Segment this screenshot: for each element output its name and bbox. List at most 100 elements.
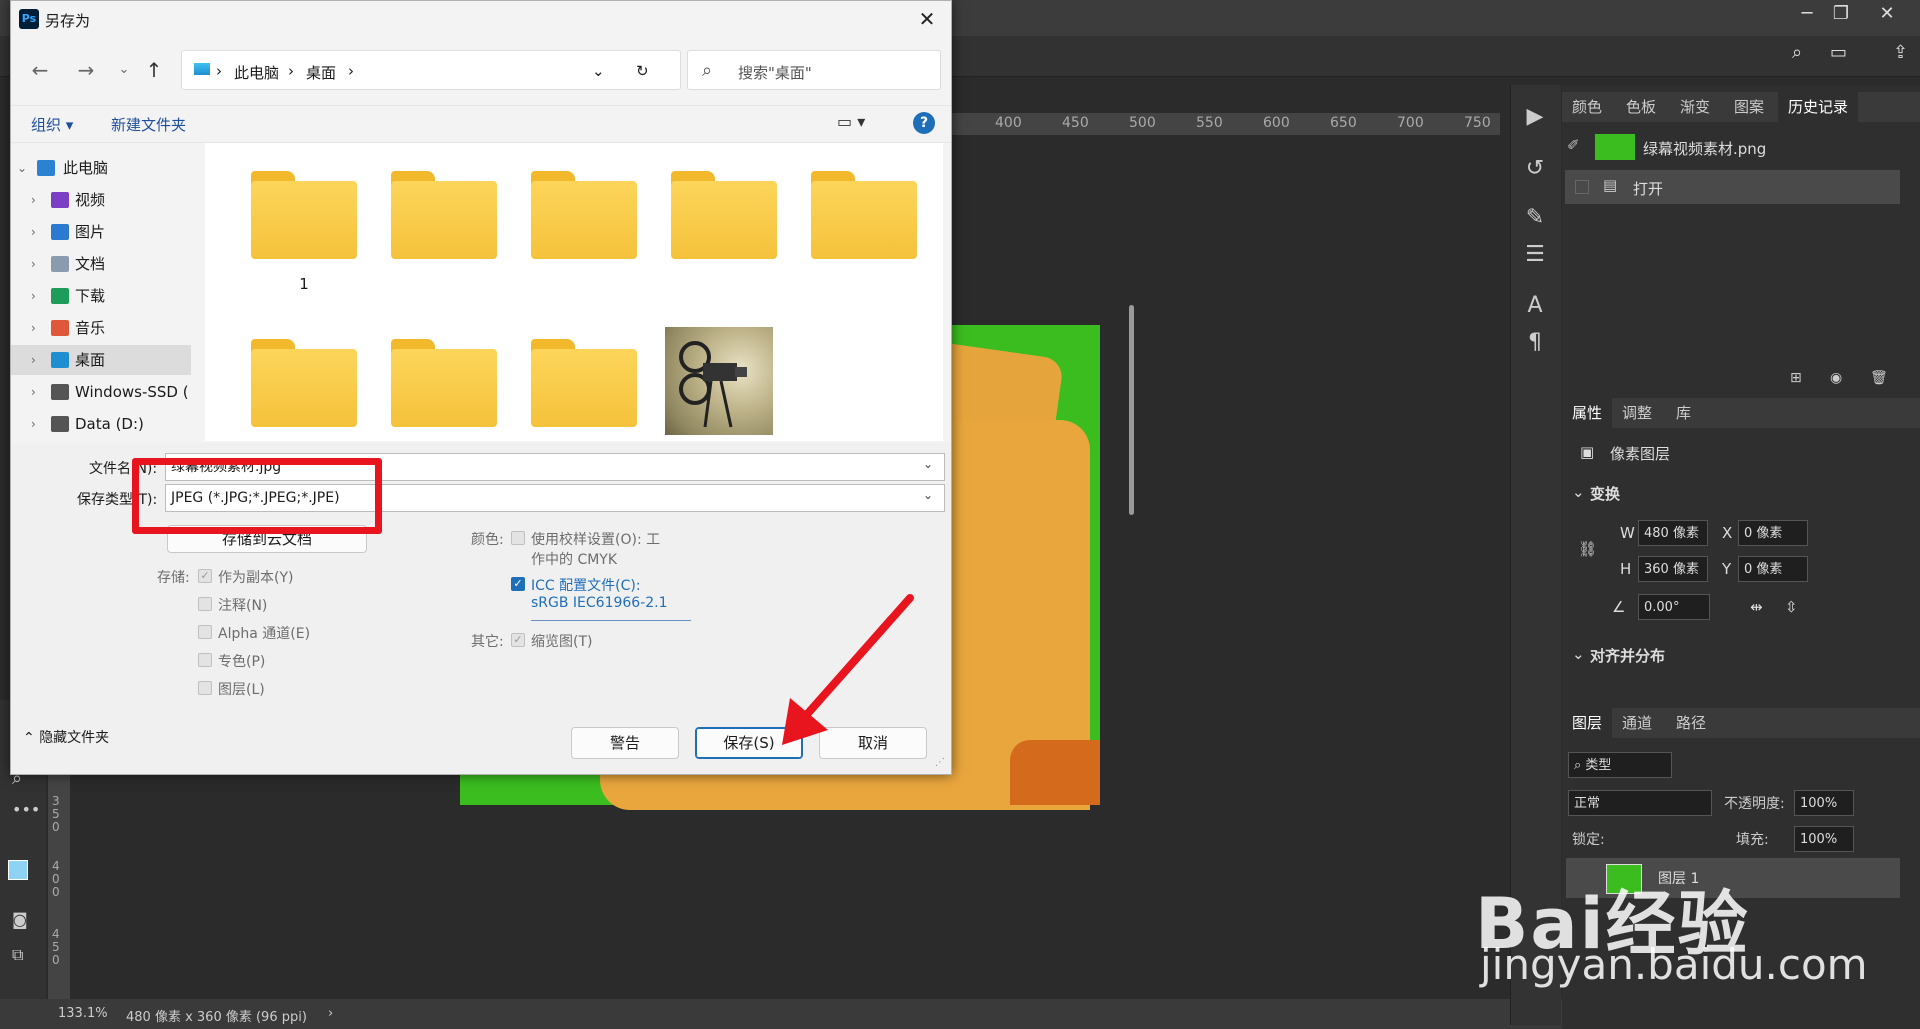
workspace-icon[interactable]: ▭ xyxy=(1830,42,1847,63)
paragraph-icon[interactable]: ¶ xyxy=(1520,330,1550,355)
tab-color[interactable]: 颜色 xyxy=(1562,92,1612,122)
tree-item-downloads[interactable]: › 下载 xyxy=(11,281,191,311)
chevron-right-icon[interactable]: › xyxy=(31,377,36,407)
layer-filter-select[interactable]: ⌕ 类型 xyxy=(1568,752,1672,778)
search-icon[interactable]: ⌕ xyxy=(1792,42,1802,63)
chevron-right-icon[interactable]: › xyxy=(216,62,222,80)
tab-gradient[interactable]: 渐变 xyxy=(1670,92,1720,122)
proof-setup-checkbox[interactable] xyxy=(511,531,525,545)
image-file-thumbnail[interactable] xyxy=(665,327,773,435)
flip-vertical-icon[interactable]: ⇳ xyxy=(1785,598,1798,616)
breadcrumb-this-pc[interactable]: 此电脑 xyxy=(234,62,279,83)
y-field[interactable]: 0 像素 xyxy=(1738,556,1808,582)
opacity-field[interactable]: 100% xyxy=(1794,790,1854,816)
thumbnail-checkbox[interactable]: ✓ xyxy=(511,633,525,647)
tab-properties[interactable]: 属性 xyxy=(1562,398,1613,428)
hide-folders-toggle[interactable]: ⌃ 隐藏文件夹 xyxy=(23,727,109,747)
chevron-down-icon[interactable]: ⌄ xyxy=(923,457,933,471)
tab-paths[interactable]: 路径 xyxy=(1666,708,1716,738)
folder-item[interactable] xyxy=(531,339,637,427)
chevron-right-icon[interactable]: › xyxy=(31,281,36,311)
chevron-down-icon[interactable]: ⌄ xyxy=(1572,483,1585,501)
chevron-right-icon[interactable]: › xyxy=(328,1006,333,1021)
character-icon[interactable]: A xyxy=(1520,293,1550,318)
tree-item-data-d[interactable]: › Data (D:) xyxy=(11,409,191,439)
warning-button[interactable]: 警告 xyxy=(571,727,679,759)
chevron-down-icon[interactable]: ⌄ xyxy=(111,57,137,83)
chevron-right-icon[interactable]: › xyxy=(31,409,36,439)
new-document-icon[interactable]: ⊞ xyxy=(1790,370,1802,386)
alpha-channel-checkbox[interactable] xyxy=(198,625,212,639)
more-tools-icon[interactable]: ••• xyxy=(12,800,40,819)
height-field[interactable]: 360 像素 xyxy=(1638,556,1708,582)
folder-item[interactable] xyxy=(391,171,497,259)
address-dropdown-icon[interactable]: ⌄ xyxy=(592,62,605,80)
spot-color-checkbox[interactable] xyxy=(198,653,212,667)
new-folder-button[interactable]: 新建文件夹 xyxy=(111,114,186,135)
fill-field[interactable]: 100% xyxy=(1794,826,1854,852)
quick-mask-icon[interactable]: ◙ xyxy=(12,910,28,929)
tree-item-pictures[interactable]: › 图片 xyxy=(11,217,191,247)
chevron-right-icon[interactable]: › xyxy=(31,313,36,343)
folder-item[interactable] xyxy=(811,171,917,259)
chevron-right-icon[interactable]: › xyxy=(31,249,36,279)
history-icon[interactable]: ↺ xyxy=(1520,156,1550,181)
folder-item[interactable] xyxy=(531,171,637,259)
tree-item-videos[interactable]: › 视频 xyxy=(11,185,191,215)
refresh-icon[interactable]: ↻ xyxy=(636,62,649,80)
play-icon[interactable]: ▶ xyxy=(1520,104,1550,129)
share-icon[interactable]: ⇪ xyxy=(1893,42,1908,63)
tab-adjustments[interactable]: 调整 xyxy=(1612,398,1662,428)
tree-item-this-pc[interactable]: ⌄ 此电脑 xyxy=(11,153,191,183)
chevron-down-icon[interactable]: ⌄ xyxy=(923,488,933,502)
chevron-right-icon[interactable]: › xyxy=(31,217,36,247)
dialog-title-bar[interactable]: Ps 另存为 ✕ xyxy=(11,1,951,37)
history-state[interactable]: ▤ 打开 xyxy=(1565,170,1900,204)
chevron-right-icon[interactable]: › xyxy=(31,345,36,375)
chevron-down-icon[interactable]: ⌄ xyxy=(17,153,27,183)
brush-icon[interactable]: ✎ xyxy=(1520,205,1550,230)
chevron-right-icon[interactable]: › xyxy=(31,185,36,215)
adjust-icon[interactable]: ☰ xyxy=(1520,242,1550,267)
view-options-icon[interactable]: ▭ ▾ xyxy=(837,112,865,131)
address-bar[interactable]: › 此电脑 › 桌面 › ⌄ ↻ xyxy=(181,50,681,90)
tree-item-music[interactable]: › 音乐 xyxy=(11,313,191,343)
screen-mode-icon[interactable]: ⧉ xyxy=(12,945,23,965)
chevron-right-icon[interactable]: › xyxy=(288,62,294,80)
up-arrow-icon[interactable]: ↑ xyxy=(141,57,167,83)
width-field[interactable]: 480 像素 xyxy=(1638,520,1708,546)
notes-checkbox[interactable] xyxy=(198,597,212,611)
tree-item-documents[interactable]: › 文档 xyxy=(11,249,191,279)
flip-horizontal-icon[interactable]: ⇹ xyxy=(1750,598,1763,616)
chevron-right-icon[interactable]: › xyxy=(348,62,354,80)
brush-source-icon[interactable]: ✐ xyxy=(1567,136,1580,154)
back-arrow-icon[interactable]: ← xyxy=(27,57,53,83)
search-input[interactable]: 搜索"桌面" xyxy=(738,62,812,83)
tree-item-windows-ssd[interactable]: › Windows-SSD ( xyxy=(11,377,191,407)
folder-item[interactable] xyxy=(671,171,777,259)
close-icon[interactable]: ✕ xyxy=(1870,0,1904,28)
blend-mode-select[interactable]: 正常 xyxy=(1568,790,1712,816)
help-icon[interactable]: ? xyxy=(913,112,935,134)
tab-libraries[interactable]: 库 xyxy=(1666,398,1701,428)
link-icon[interactable]: ⛓ xyxy=(1578,540,1597,558)
minimize-icon[interactable]: ─ xyxy=(1790,0,1824,28)
breadcrumb-desktop[interactable]: 桌面 xyxy=(306,62,336,83)
close-icon[interactable]: ✕ xyxy=(911,5,943,33)
forward-arrow-icon[interactable]: → xyxy=(73,57,99,83)
camera-icon[interactable]: ◉ xyxy=(1830,370,1842,386)
tab-pattern[interactable]: 图案 xyxy=(1724,92,1774,122)
history-checkbox[interactable] xyxy=(1575,180,1589,194)
foreground-color-swatch[interactable] xyxy=(8,860,28,880)
folder-item[interactable] xyxy=(391,339,497,427)
icc-profile-checkbox[interactable]: ✓ xyxy=(511,577,525,591)
zoom-level[interactable]: 133.1% xyxy=(58,1006,108,1021)
search-box[interactable]: ⌕ 搜索"桌面" xyxy=(687,50,941,90)
restore-icon[interactable]: ❐ xyxy=(1824,0,1858,28)
tab-history[interactable]: 历史记录 xyxy=(1778,92,1859,122)
x-field[interactable]: 0 像素 xyxy=(1738,520,1808,546)
tree-item-desktop[interactable]: › 桌面 xyxy=(11,345,191,375)
organize-menu[interactable]: 组织 ▾ xyxy=(31,114,73,135)
tab-layers[interactable]: 图层 xyxy=(1562,708,1613,738)
scrollbar[interactable] xyxy=(1129,305,1134,515)
